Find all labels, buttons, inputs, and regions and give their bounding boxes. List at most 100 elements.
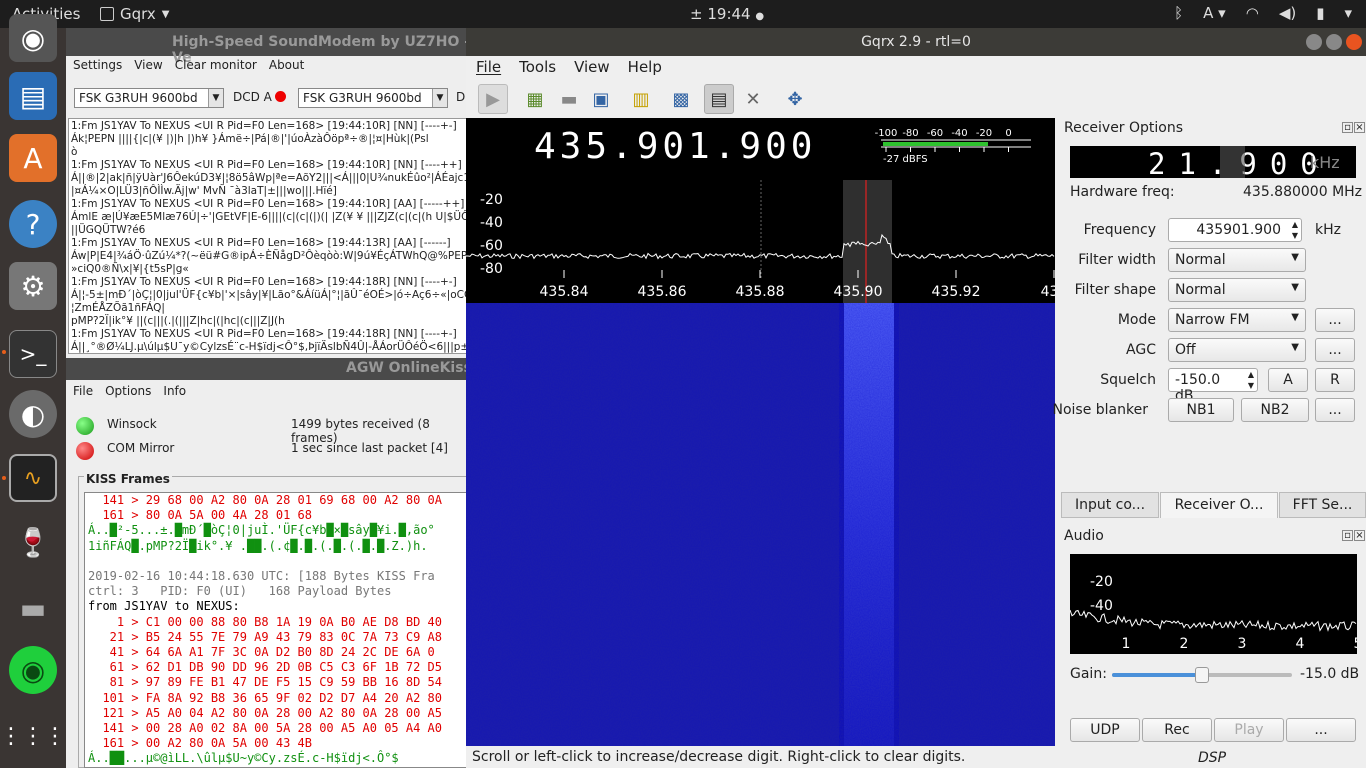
fft-plot-svg[interactable]: -100 -80 -60 -40 -20 0 -27 dBFS -20-40-60-80 …: [466, 118, 1055, 303]
bluetooth-icon[interactable]: ᛒ: [1174, 4, 1183, 22]
gain-slider-fill: [1112, 673, 1202, 677]
kiss-frame-line: 1iñFÁQ█.pMP?2Ï█ik°.¥ .██.(.¢█.█.(.█.(.█.…: [88, 538, 428, 553]
speaker-app-icon[interactable]: ◉: [9, 14, 57, 62]
float-panel-icon[interactable]: ▫: [1342, 122, 1353, 133]
agc-select[interactable]: Off ▼: [1168, 338, 1306, 362]
software-center-icon[interactable]: A: [9, 134, 57, 182]
frequency-input[interactable]: 435901.900 ▲ ▼: [1168, 218, 1302, 242]
spinner-icon[interactable]: ▲ ▼: [1292, 219, 1298, 241]
remote-control-icon[interactable]: ▩: [666, 84, 696, 114]
menu-view[interactable]: View: [574, 58, 610, 80]
spinner-icon[interactable]: ▲ ▼: [1248, 369, 1254, 391]
log-line: »ciQ0®Ñ\x|¥|{t5sP|g«: [71, 263, 189, 275]
squelch-auto-button[interactable]: A: [1268, 368, 1308, 392]
close-icon[interactable]: [1346, 34, 1362, 50]
menu-info[interactable]: Info: [163, 384, 186, 398]
record-button[interactable]: Rec: [1142, 718, 1212, 742]
window-title[interactable]: High-Speed SoundModem by UZ7HO - Ve: [66, 28, 476, 66]
menu-file[interactable]: File: [73, 384, 93, 398]
minimize-icon[interactable]: [1306, 34, 1322, 50]
menu-clear-monitor[interactable]: Clear monitor: [175, 58, 257, 78]
menu-tools[interactable]: Tools: [519, 58, 556, 80]
power-menu-icon[interactable]: ▾: [1344, 4, 1352, 22]
waterfall[interactable]: [466, 303, 1055, 746]
show-applications-icon[interactable]: ⋮⋮⋮: [0, 712, 66, 760]
log-line: Ák¦PEPN ||||{|c|(¥ |)|h |)h¥ }Ámë÷|Pá|®|…: [71, 133, 429, 145]
log-line: Áw|P|E4|¾áÖ·ûZú¼*?(~ëü#G®ipÁ÷ÈÑågD²Ôèqòò…: [71, 250, 476, 262]
menu-bar: File Options Info: [66, 384, 186, 398]
system-tray[interactable]: ᛒ A ▾ ◠ ◀) ▮ ▾: [1174, 4, 1352, 22]
volume-icon[interactable]: ◀): [1279, 4, 1296, 22]
app-menu[interactable]: Gqrx ▼: [100, 5, 170, 23]
battery-icon[interactable]: ▮: [1316, 4, 1324, 22]
menu-file[interactable]: File: [476, 58, 501, 80]
wine-glass-icon[interactable]: 🍷: [9, 518, 57, 566]
tools-wrench-icon[interactable]: ✕: [738, 84, 768, 114]
menu-view[interactable]: View: [134, 58, 162, 78]
squelch-reset-button[interactable]: R: [1315, 368, 1355, 392]
agc-options-button[interactable]: ...: [1315, 338, 1355, 362]
io-device-icon[interactable]: ▦: [520, 84, 550, 114]
lips-app-icon[interactable]: ◉: [9, 646, 57, 694]
fullscreen-icon[interactable]: ✥: [780, 84, 810, 114]
kiss-frames-title: KISS Frames: [84, 472, 172, 486]
modem-a-select[interactable]: FSK G3RUH 9600bd ▼: [74, 88, 224, 108]
settings-gear-icon[interactable]: ⚙: [9, 262, 57, 310]
kiss-frame-line: 161 > 00 A2 80 0A 5A 00 43 4B: [88, 736, 312, 751]
bookmark-icon[interactable]: ▥: [626, 84, 656, 114]
tab-receiver-options[interactable]: Receiver O...: [1160, 492, 1278, 518]
save-icon[interactable]: ▣: [586, 84, 616, 114]
com-mirror-led-icon: [76, 442, 94, 460]
close-panel-icon[interactable]: ×: [1354, 530, 1365, 541]
start-dsp-play-icon[interactable]: ▶: [478, 84, 508, 114]
input-source-indicator[interactable]: A ▾: [1203, 4, 1226, 22]
kiss-frames-log[interactable]: 141 > 29 68 00 A2 80 0A 28 01 69 68 00 A…: [84, 492, 476, 768]
nb1-button[interactable]: NB1: [1168, 398, 1234, 422]
kiss-frame-line: 121 > A5 A0 04 A2 80 0A 28 00 A2 80 0A 2…: [88, 705, 443, 720]
offset-display[interactable]: 21.900 kHz: [1070, 146, 1356, 181]
mode-select[interactable]: Narrow FM ▼: [1168, 308, 1306, 332]
filter-width-select[interactable]: Normal ▼: [1168, 248, 1306, 272]
modem-device-icon[interactable]: ▬: [9, 584, 57, 632]
close-panel-icon[interactable]: ×: [1354, 122, 1365, 133]
audio-fft-plot[interactable]: -20 -40 1 2 3 4 5: [1070, 554, 1357, 654]
log-line: ||ÜGQÜTW?é6: [71, 224, 146, 236]
modem-b-select[interactable]: FSK G3RUH 9600bd ▼: [298, 88, 448, 108]
menu-settings[interactable]: Settings: [73, 58, 122, 78]
squelch-input[interactable]: -150.0 dB ▲ ▼: [1168, 368, 1258, 404]
chevron-down-icon: ▼: [1291, 342, 1299, 353]
play-button[interactable]: Play: [1214, 718, 1284, 742]
maximize-icon[interactable]: [1326, 34, 1342, 50]
audio-options-button[interactable]: ...: [1286, 718, 1356, 742]
menu-help[interactable]: Help: [628, 58, 662, 80]
monitor-log[interactable]: 1:Fm JS1YAV To NEXUS <UI R Pid=F0 Len=16…: [68, 118, 476, 354]
menu-about[interactable]: About: [269, 58, 304, 78]
help-icon[interactable]: ?: [9, 200, 57, 248]
writer-document-icon[interactable]: ▤: [9, 72, 57, 120]
window-title[interactable]: AGW OnlineKiss: [66, 358, 476, 380]
udp-button[interactable]: UDP: [1070, 718, 1140, 742]
gqrx-oscilloscope-icon[interactable]: ∿: [9, 454, 57, 502]
nb2-button[interactable]: NB2: [1241, 398, 1309, 422]
fft-trace: [466, 233, 1055, 260]
gain-slider-handle[interactable]: [1195, 667, 1209, 683]
menu-options[interactable]: Options: [105, 384, 151, 398]
wifi-icon[interactable]: ◠: [1246, 4, 1259, 22]
window-title[interactable]: Gqrx 2.9 - rtl=0: [466, 28, 1366, 56]
volume-knob-icon[interactable]: ◐: [9, 390, 57, 438]
filter-shape-select[interactable]: Normal ▼: [1168, 278, 1306, 302]
dbfs-value: -27 dBFS: [883, 154, 928, 165]
io-config-icon[interactable]: ▤: [704, 84, 734, 114]
open-folder-icon[interactable]: ▬: [554, 84, 584, 114]
tab-fft-settings[interactable]: FFT Se...: [1279, 492, 1366, 518]
spectrum-plot[interactable]: 435.901.900 -100 -80 -60 -40 -20 0 -27 dBFS -…: [466, 118, 1055, 746]
mode-options-button[interactable]: ...: [1315, 308, 1355, 332]
kiss-frame-line: 81 > 97 89 FE B1 47 DE F5 15 C9 59 BB 16…: [88, 675, 443, 690]
tab-input-controls[interactable]: Input co...: [1061, 492, 1159, 518]
gain-slider[interactable]: [1112, 667, 1292, 683]
float-panel-icon[interactable]: ▫: [1342, 530, 1353, 541]
frequency-label: Frequency: [1083, 222, 1156, 238]
terminal-icon[interactable]: >_: [9, 330, 57, 378]
noise-blanker-options-button[interactable]: ...: [1315, 398, 1355, 422]
clock[interactable]: ± 19:44 ●: [690, 5, 764, 23]
